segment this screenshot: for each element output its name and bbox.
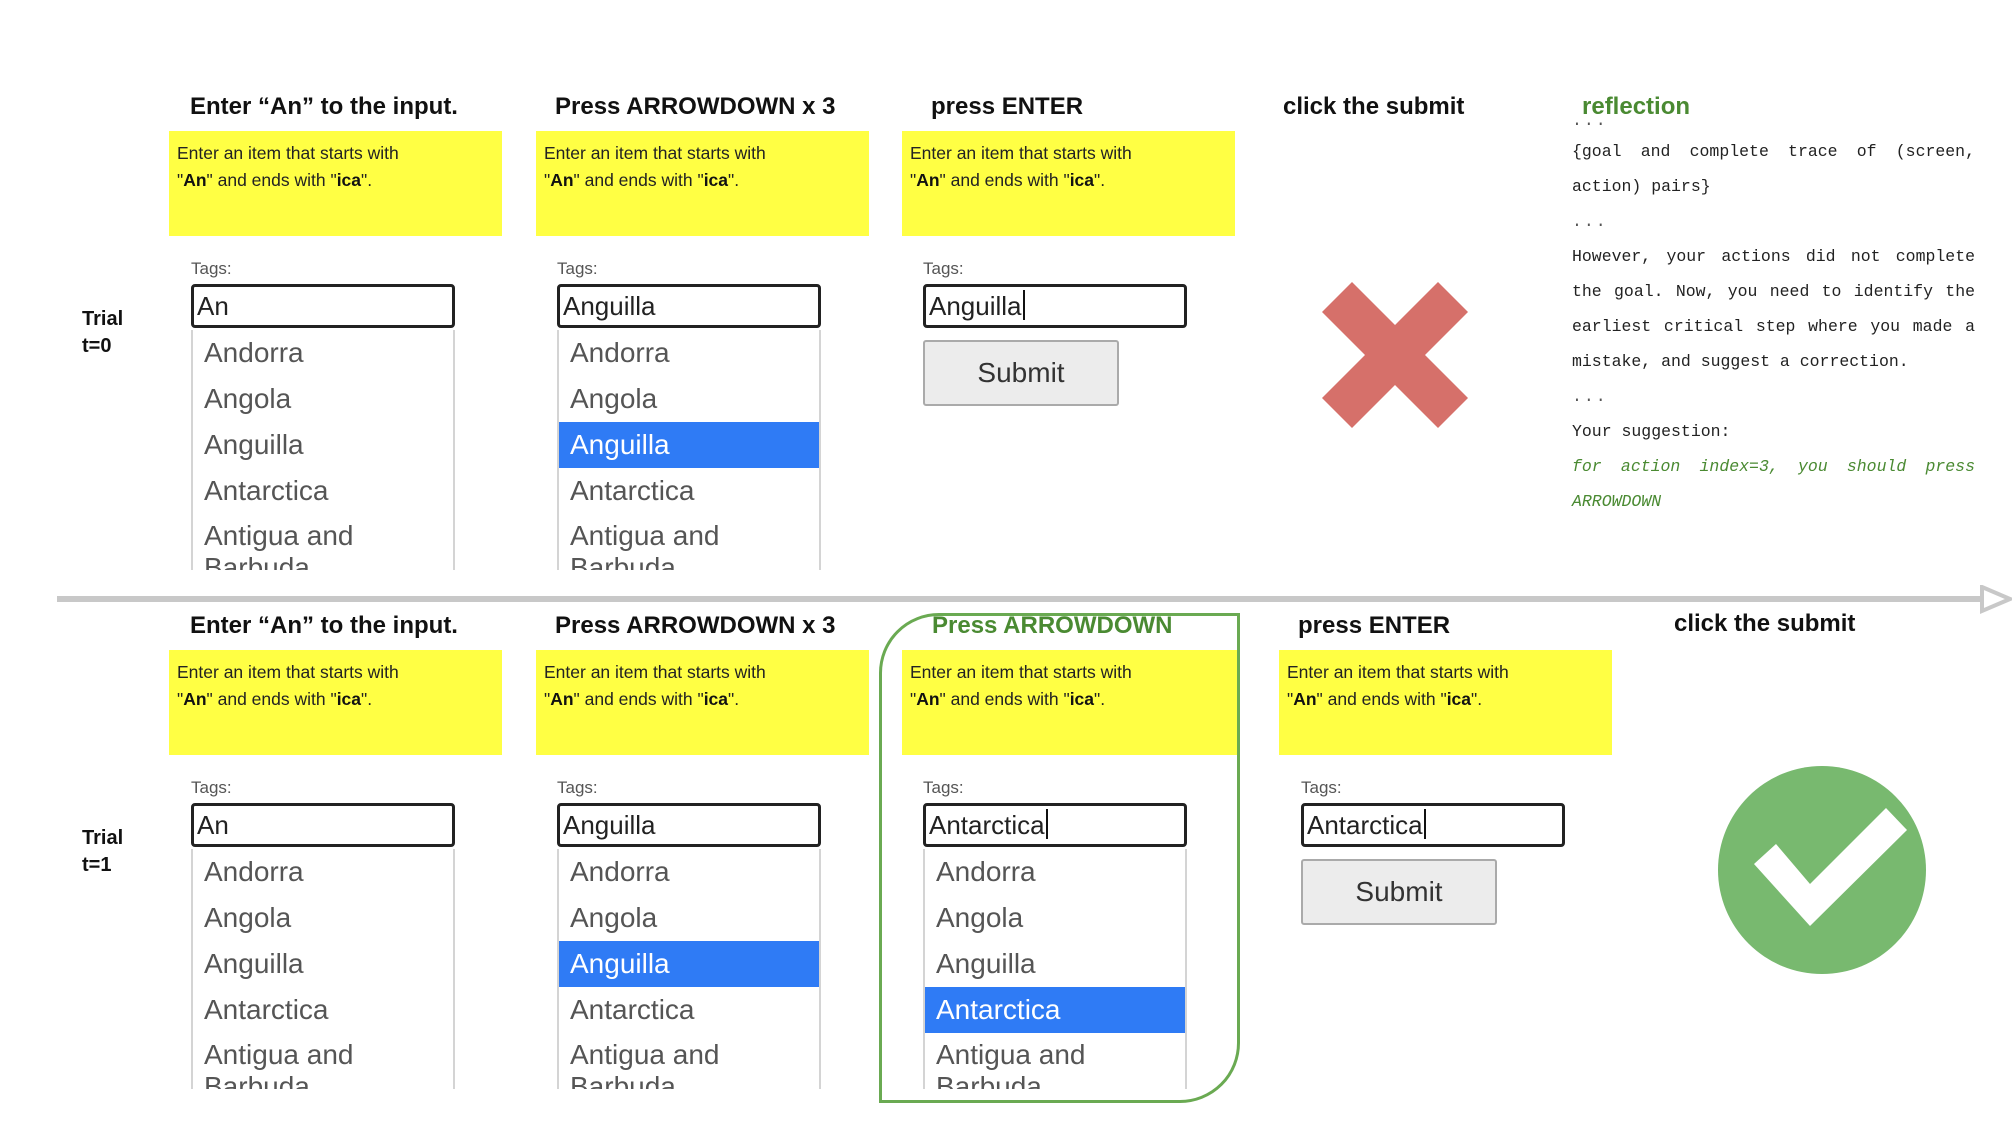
task-line1: Enter an item that starts with bbox=[177, 662, 399, 682]
suggestion-item[interactable]: Anguilla bbox=[193, 941, 453, 987]
fail-icon bbox=[1322, 282, 1468, 428]
trial-label: Trial t=1 bbox=[82, 825, 123, 879]
tags-input[interactable]: Anguilla bbox=[557, 284, 821, 328]
tags-input[interactable]: An bbox=[191, 803, 455, 847]
suggestion-item[interactable]: Andorra bbox=[559, 330, 819, 376]
suggestion-item[interactable]: Angola bbox=[193, 376, 453, 422]
suggestion-list[interactable]: Andorra Angola Anguilla Antarctica Antig… bbox=[923, 849, 1187, 1089]
task-line1: Enter an item that starts with bbox=[544, 662, 766, 682]
suggestion-item[interactable]: Antarctica bbox=[559, 987, 819, 1033]
tags-label: Tags: bbox=[557, 778, 598, 797]
submit-button[interactable]: Submit bbox=[923, 340, 1119, 406]
task-line2: "An" and ends with "ica". bbox=[177, 170, 373, 190]
suggestion-list[interactable]: Andorra Angola Anguilla Antarctica Antig… bbox=[191, 849, 455, 1089]
suggestion-item-selected[interactable]: Antarctica bbox=[925, 987, 1185, 1033]
task-line2: "An" and ends with "ica". bbox=[544, 689, 740, 709]
reflection-text: ... {goal and complete trace of (screen,… bbox=[1572, 111, 1975, 519]
task-line1: Enter an item that starts with bbox=[177, 143, 399, 163]
trial-label-time: t=1 bbox=[82, 854, 112, 876]
suggestion-item[interactable]: Antigua and Barbuda bbox=[193, 1033, 453, 1089]
suggestion-list[interactable]: Andorra Angola Anguilla Antarctica Antig… bbox=[557, 330, 821, 570]
step-title: Enter “An” to the input. bbox=[190, 612, 458, 639]
trial-label-time: t=0 bbox=[82, 335, 112, 357]
task-instruction: Enter an item that starts with "An" and … bbox=[169, 131, 502, 236]
tags-label: Tags: bbox=[191, 778, 232, 797]
suggestion-item[interactable]: Antarctica bbox=[559, 468, 819, 514]
task-instruction: Enter an item that starts with "An" and … bbox=[169, 650, 502, 755]
suggestion-item[interactable]: Andorra bbox=[559, 849, 819, 895]
suggestion-item[interactable]: Antigua and Barbuda bbox=[193, 514, 453, 570]
suggestion-list[interactable]: Andorra Angola Anguilla Antarctica Antig… bbox=[191, 330, 455, 570]
suggestion-list[interactable]: Andorra Angola Anguilla Antarctica Antig… bbox=[557, 849, 821, 1089]
tags-label: Tags: bbox=[191, 259, 232, 278]
suggestion-item[interactable]: Antigua and Barbuda bbox=[559, 1033, 819, 1089]
task-line1: Enter an item that starts with bbox=[1287, 662, 1509, 682]
step-title: press ENTER bbox=[931, 93, 1084, 120]
suggestion-label: Your suggestion: bbox=[1572, 422, 1731, 441]
task-instruction: Enter an item that starts with "An" and … bbox=[536, 131, 869, 236]
step-title-corrected: Press ARROWDOWN bbox=[932, 612, 1173, 639]
tags-label: Tags: bbox=[557, 259, 598, 278]
submit-button[interactable]: Submit bbox=[1301, 859, 1497, 925]
suggestion-item[interactable]: Andorra bbox=[193, 849, 453, 895]
suggestion-item[interactable]: Angola bbox=[559, 376, 819, 422]
step-title: Press ARROWDOWN x 3 bbox=[555, 612, 836, 639]
ellipsis: ... bbox=[1572, 111, 1608, 130]
trial-label-title: Trial bbox=[82, 827, 124, 849]
suggestion-item[interactable]: Antigua and Barbuda bbox=[559, 514, 819, 570]
text-caret bbox=[1045, 809, 1048, 839]
step-title: click the submit bbox=[1283, 93, 1465, 120]
tags-input[interactable]: Antarctica bbox=[1301, 803, 1565, 847]
text-caret bbox=[1022, 290, 1025, 320]
suggestion-item[interactable]: Andorra bbox=[193, 330, 453, 376]
task-line2: "An" and ends with "ica". bbox=[544, 170, 740, 190]
task-instruction: Enter an item that starts with "An" and … bbox=[902, 131, 1235, 236]
trial-label-title: Trial bbox=[82, 308, 124, 330]
suggestion-item-selected[interactable]: Anguilla bbox=[559, 941, 819, 987]
suggestion-item[interactable]: Angola bbox=[925, 895, 1185, 941]
task-line1: Enter an item that starts with bbox=[544, 143, 766, 163]
trial-label: Trial t=0 bbox=[82, 306, 123, 360]
suggestion-item[interactable]: Andorra bbox=[925, 849, 1185, 895]
step-title: click the submit bbox=[1674, 610, 1856, 637]
instruction-text: However, your actions did not complete t… bbox=[1572, 247, 1975, 371]
success-icon bbox=[1718, 766, 1926, 974]
suggestion-item[interactable]: Antarctica bbox=[193, 468, 453, 514]
tags-label: Tags: bbox=[1301, 778, 1342, 797]
task-instruction: Enter an item that starts with "An" and … bbox=[1279, 650, 1612, 755]
tags-input[interactable]: Antarctica bbox=[923, 803, 1187, 847]
suggestion-item-selected[interactable]: Anguilla bbox=[559, 422, 819, 468]
task-line1: Enter an item that starts with bbox=[910, 143, 1132, 163]
task-line1: Enter an item that starts with bbox=[910, 662, 1132, 682]
tags-input[interactable]: Anguilla bbox=[923, 284, 1187, 328]
task-instruction: Enter an item that starts with "An" and … bbox=[536, 650, 869, 755]
task-line2: "An" and ends with "ica". bbox=[910, 689, 1106, 709]
tags-label: Tags: bbox=[923, 778, 964, 797]
text-caret bbox=[1423, 809, 1426, 839]
task-line2: "An" and ends with "ica". bbox=[1287, 689, 1483, 709]
tags-input[interactable]: Anguilla bbox=[557, 803, 821, 847]
step-title: Enter “An” to the input. bbox=[190, 93, 458, 120]
suggestion-text: for action index=3, you should press ARR… bbox=[1572, 457, 1975, 511]
suggestion-item[interactable]: Anguilla bbox=[193, 422, 453, 468]
ellipsis: ... bbox=[1572, 387, 1608, 406]
suggestion-item[interactable]: Antarctica bbox=[193, 987, 453, 1033]
task-line2: "An" and ends with "ica". bbox=[910, 170, 1106, 190]
suggestion-item[interactable]: Angola bbox=[559, 895, 819, 941]
trace-text: {goal and complete trace of (screen, act… bbox=[1572, 142, 1975, 196]
task-line2: "An" and ends with "ica". bbox=[177, 689, 373, 709]
tags-input[interactable]: An bbox=[191, 284, 455, 328]
task-instruction: Enter an item that starts with "An" and … bbox=[902, 650, 1237, 755]
suggestion-item[interactable]: Anguilla bbox=[925, 941, 1185, 987]
step-title: press ENTER bbox=[1298, 612, 1451, 639]
ellipsis: ... bbox=[1572, 212, 1608, 231]
tags-label: Tags: bbox=[923, 259, 964, 278]
suggestion-item[interactable]: Angola bbox=[193, 895, 453, 941]
step-title: Press ARROWDOWN x 3 bbox=[555, 93, 836, 120]
suggestion-item[interactable]: Antigua and Barbuda bbox=[925, 1033, 1185, 1089]
